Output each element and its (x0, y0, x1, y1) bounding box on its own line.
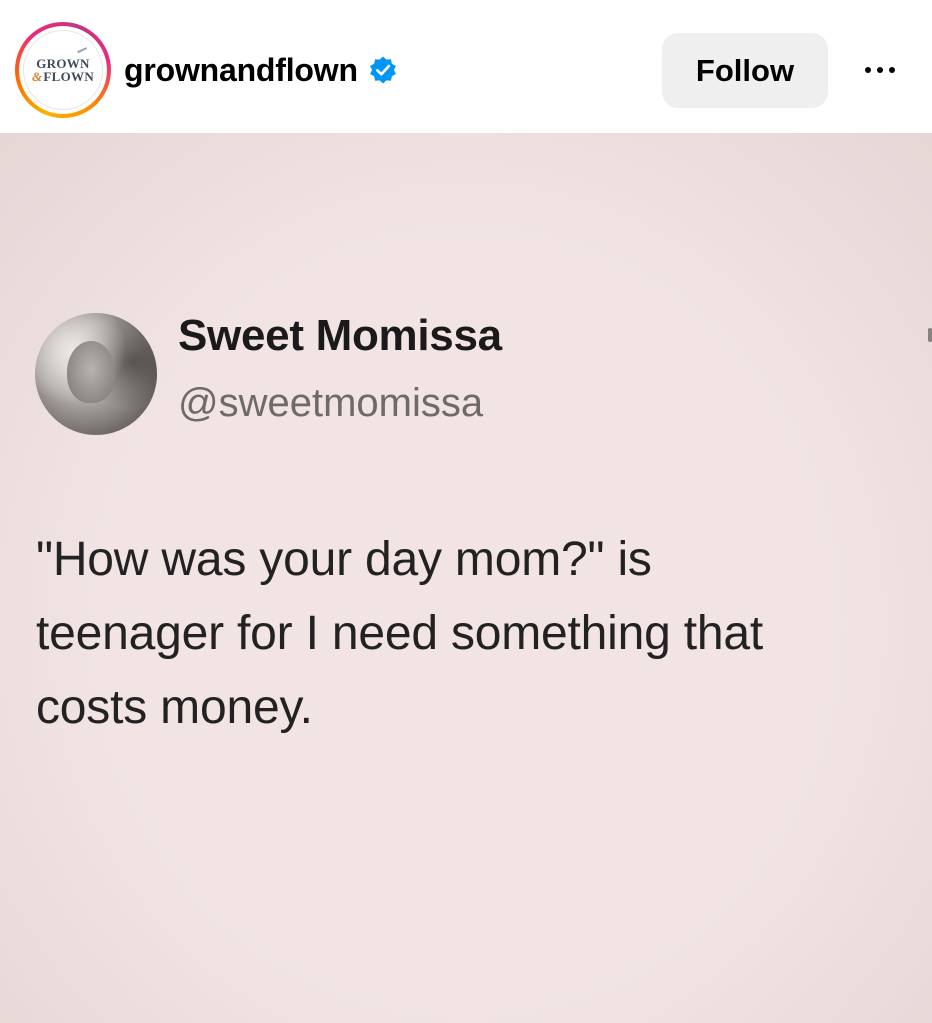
verified-badge-icon (369, 56, 396, 84)
profile-avatar[interactable]: GROWN &FLOWN (15, 22, 111, 118)
tweet-handle: @sweetmomissa (178, 381, 484, 425)
tweet-text-line: teenager for I need something that (36, 607, 764, 660)
tweet-display-name: Sweet Momissa (178, 311, 502, 360)
logo-line-2: FLOWN (43, 69, 95, 84)
tweet-text-line: costs money. (36, 681, 313, 734)
grown-and-flown-logo: GROWN &FLOWN (23, 30, 103, 110)
post-image[interactable]: Sweet Momissa @sweetmomissa "How was you… (0, 133, 932, 1023)
dot (865, 67, 871, 73)
follow-button[interactable]: Follow (662, 33, 828, 108)
account-username[interactable]: grownandflown (124, 52, 358, 89)
logo-ampersand: & (31, 69, 43, 84)
post-header: GROWN &FLOWN grownandflown Follow (0, 0, 932, 133)
dot (889, 67, 895, 73)
account-name-group: grownandflown (124, 48, 398, 92)
tweet-text: "How was your day mom?" is teenager for … (36, 523, 916, 745)
more-options-icon[interactable] (850, 50, 910, 90)
dot (877, 67, 883, 73)
edge-artifact (928, 328, 932, 342)
tweet-text-line: "How was your day mom?" is (36, 533, 652, 586)
tweet-profile-photo (35, 313, 157, 435)
